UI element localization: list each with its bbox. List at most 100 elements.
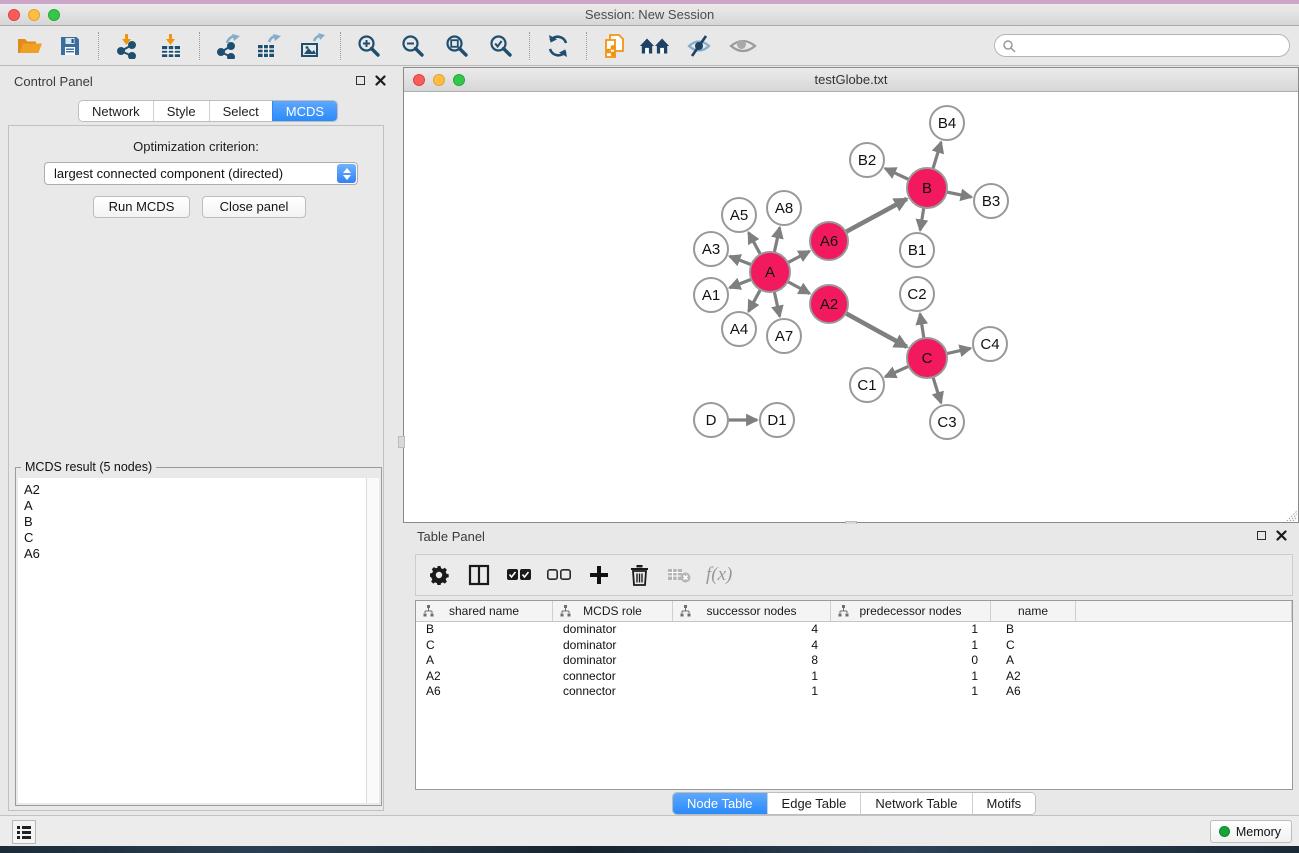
search-field[interactable]: [994, 34, 1290, 57]
table-cell-filler: [1076, 622, 1292, 638]
control-panel-title: Control Panel: [14, 74, 93, 89]
function-builder-icon[interactable]: f(x): [706, 564, 732, 586]
export-network-icon[interactable]: [212, 30, 244, 62]
node-label-A8: A8: [775, 200, 793, 217]
export-image-icon[interactable]: [296, 30, 328, 62]
table-toolbar: f(x): [415, 554, 1293, 596]
hide-graphics-details-icon[interactable]: [683, 30, 715, 62]
network-window-titlebar[interactable]: testGlobe.txt: [404, 68, 1298, 92]
table-cell: A: [991, 653, 1076, 669]
zoom-out-icon[interactable]: [397, 30, 429, 62]
eye-icon[interactable]: [727, 30, 759, 62]
tab-edge-table[interactable]: Edge Table: [767, 793, 861, 814]
table-cell: C: [991, 638, 1076, 654]
splitter-grip[interactable]: [398, 436, 405, 448]
delete-table-icon[interactable]: [666, 562, 692, 588]
close-panel-icon[interactable]: [1276, 530, 1287, 541]
add-row-icon[interactable]: [586, 562, 612, 588]
zoom-in-icon[interactable]: [353, 30, 385, 62]
window-title: Session: New Session: [0, 7, 1299, 22]
zoom-fit-icon[interactable]: [441, 30, 473, 62]
close-panel-icon[interactable]: [375, 75, 386, 86]
table-cell-filler: [1076, 669, 1292, 685]
table-row[interactable]: A2connector11A2: [416, 669, 1292, 685]
open-session-icon[interactable]: [14, 30, 46, 62]
import-table-icon[interactable]: [155, 30, 187, 62]
node-label-B4: B4: [938, 115, 956, 132]
zoom-selected-icon[interactable]: [485, 30, 517, 62]
delete-row-trash-icon[interactable]: [626, 562, 652, 588]
criterion-select[interactable]: largest connected component (directed): [44, 162, 358, 185]
tab-network-table[interactable]: Network Table: [860, 793, 971, 814]
result-list-scrollbar[interactable]: [366, 478, 379, 803]
table-cell: 1: [673, 684, 831, 700]
tab-style[interactable]: Style: [153, 101, 209, 121]
column-header-predecessor-nodes[interactable]: predecessor nodes: [831, 601, 991, 621]
table-cell: 4: [673, 622, 831, 638]
node-label-B2: B2: [858, 152, 876, 169]
table-row[interactable]: A6connector11A6: [416, 684, 1292, 700]
result-list-item[interactable]: A2: [24, 482, 366, 498]
table-cell: 4: [673, 638, 831, 654]
toolbar-separator: [586, 32, 587, 60]
run-mcds-button[interactable]: Run MCDS: [93, 196, 190, 218]
table-row[interactable]: Cdominator41C: [416, 638, 1292, 654]
column-header-successor-nodes[interactable]: successor nodes: [673, 601, 831, 621]
table-cell: dominator: [553, 638, 673, 654]
import-network-icon[interactable]: [111, 30, 143, 62]
result-list-item[interactable]: A: [24, 498, 366, 514]
table-cell: 8: [673, 653, 831, 669]
table-cell: 1: [831, 638, 991, 654]
result-list-item[interactable]: B: [24, 514, 366, 530]
result-list-item[interactable]: A6: [24, 546, 366, 562]
node-label-C3: C3: [937, 414, 956, 431]
table-panel-title: Table Panel: [417, 529, 485, 544]
tab-select[interactable]: Select: [209, 101, 272, 121]
column-header-mcds-role[interactable]: MCDS role: [553, 601, 673, 621]
optimization-criterion-label: Optimization criterion:: [9, 139, 383, 154]
node-label-A7: A7: [775, 328, 793, 345]
export-table-icon[interactable]: [252, 30, 284, 62]
tab-mcds[interactable]: MCDS: [272, 101, 337, 121]
tab-node-table[interactable]: Node Table: [673, 793, 767, 814]
table-cell: B: [991, 622, 1076, 638]
table-row[interactable]: Adominator80A: [416, 653, 1292, 669]
close-panel-button[interactable]: Close panel: [202, 196, 306, 218]
node-label-A6: A6: [820, 233, 838, 250]
network-canvas[interactable]: AA1A2A3A4A5A6A7A8BB1B2B3B4CC1C2C3C4DD1: [404, 92, 1298, 522]
tab-motifs[interactable]: Motifs: [972, 793, 1036, 814]
memory-status-icon: [1219, 826, 1230, 837]
table-row[interactable]: Bdominator41B: [416, 622, 1292, 638]
search-input[interactable]: [1020, 37, 1289, 55]
mcds-panel: Optimization criterion: largest connecte…: [8, 125, 384, 811]
table-panel: Table Panel: [403, 524, 1299, 819]
show-columns-icon[interactable]: [466, 562, 492, 588]
node-label-B1: B1: [908, 242, 926, 259]
settings-gear-icon[interactable]: [426, 562, 452, 588]
save-session-icon[interactable]: [54, 30, 86, 62]
float-panel-icon[interactable]: [1257, 531, 1266, 540]
unselect-all-icon[interactable]: [546, 562, 572, 588]
task-history-button[interactable]: [12, 820, 36, 844]
home-icon[interactable]: [639, 30, 671, 62]
mcds-result-list[interactable]: A2ABCA6: [18, 478, 366, 803]
tab-network[interactable]: Network: [79, 101, 153, 121]
table-cell-filler: [1076, 684, 1292, 700]
memory-button[interactable]: Memory: [1210, 820, 1292, 843]
column-header-shared-name[interactable]: shared name: [416, 601, 553, 621]
table-cell-filler: [1076, 653, 1292, 669]
mcds-result-title: MCDS result (5 nodes): [21, 460, 156, 474]
result-list-item[interactable]: C: [24, 530, 366, 546]
apply-preferred-layout-icon[interactable]: [542, 30, 574, 62]
desktop-wallpaper-strip: [0, 846, 1299, 853]
table-cell: 1: [831, 684, 991, 700]
network-canvas-svg: AA1A2A3A4A5A6A7A8BB1B2B3B4CC1C2C3C4DD1: [404, 92, 1298, 522]
clone-network-icon[interactable]: [599, 30, 631, 62]
column-header-filler: [1076, 601, 1292, 621]
window-resize-grip[interactable]: [1285, 509, 1297, 521]
criterion-select-value: largest connected component (directed): [54, 166, 283, 181]
float-panel-icon[interactable]: [356, 76, 365, 85]
table-cell: 1: [673, 669, 831, 685]
select-all-icon[interactable]: [506, 562, 532, 588]
column-header-name[interactable]: name: [991, 601, 1076, 621]
